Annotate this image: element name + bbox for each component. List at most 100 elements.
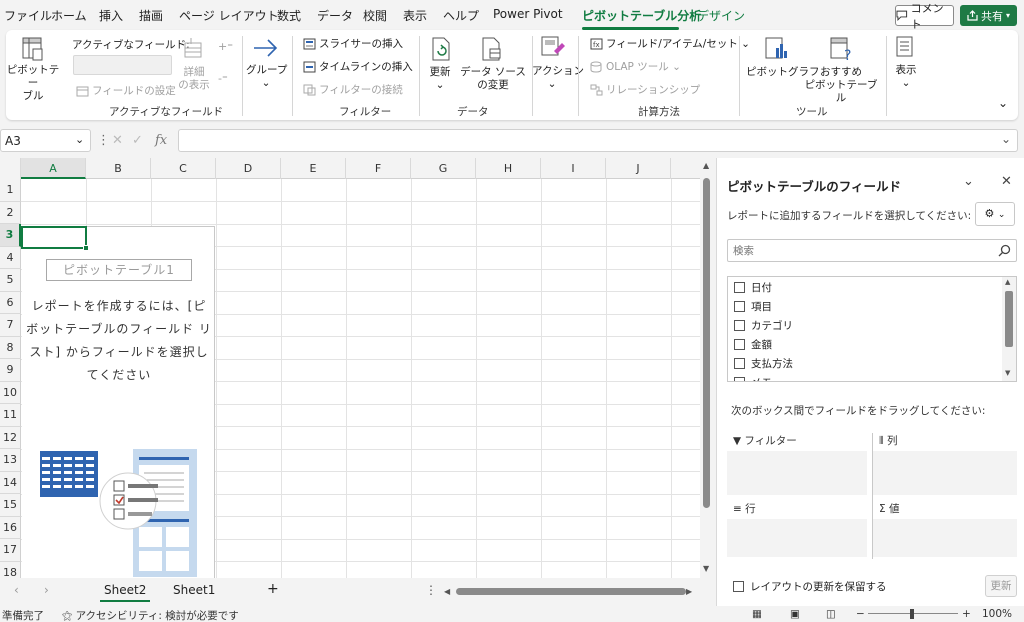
scroll-down-arrow-icon[interactable]: ▼ bbox=[1005, 369, 1010, 377]
tab-insert[interactable]: 挿入 bbox=[99, 7, 123, 24]
column-header-f[interactable]: F bbox=[346, 158, 411, 179]
row-header[interactable]: 10 bbox=[0, 381, 21, 404]
scroll-down-arrow-icon[interactable]: ▼ bbox=[703, 564, 709, 573]
tab-review[interactable]: 校閲 bbox=[363, 7, 387, 24]
share-button[interactable]: 共有 ▾ bbox=[960, 5, 1017, 26]
pivotchart-button[interactable]: ピボットグラフ bbox=[746, 66, 820, 79]
field-list-scrollbar[interactable]: ▲ ▼ bbox=[1002, 277, 1016, 381]
row-header[interactable]: 18 bbox=[0, 561, 21, 578]
chevron-down-icon[interactable]: ⌄ bbox=[963, 174, 974, 189]
name-box[interactable]: A3 ⌄ bbox=[0, 129, 91, 152]
values-drop-area[interactable] bbox=[873, 519, 1017, 557]
vertical-scrollbar[interactable]: ▲ ▼ bbox=[700, 158, 714, 578]
enter-icon[interactable]: ✓ bbox=[132, 133, 143, 148]
zoom-slider-thumb[interactable] bbox=[910, 609, 914, 619]
field-settings-button[interactable]: フィールドの設定 bbox=[76, 83, 176, 98]
chevron-right-icon[interactable]: › bbox=[44, 583, 49, 597]
select-all-corner[interactable] bbox=[0, 158, 21, 179]
page-break-view-icon[interactable]: ◫ bbox=[826, 608, 836, 620]
insert-function-button[interactable]: fx bbox=[155, 133, 167, 148]
scroll-left-arrow-icon[interactable]: ◀ bbox=[444, 587, 450, 596]
tab-home[interactable]: ホーム bbox=[51, 7, 87, 24]
checkbox[interactable] bbox=[733, 581, 744, 592]
tab-draw[interactable]: 描画 bbox=[139, 7, 163, 24]
zoom-out-button[interactable]: − bbox=[856, 608, 865, 620]
column-header-d[interactable]: D bbox=[216, 158, 281, 179]
selected-cell-a3[interactable] bbox=[21, 226, 87, 249]
column-header-j[interactable]: J bbox=[606, 158, 671, 179]
row-header[interactable]: 3 bbox=[0, 224, 21, 247]
checkbox[interactable] bbox=[734, 339, 745, 350]
update-button[interactable]: 更新 bbox=[985, 575, 1017, 597]
scroll-up-arrow-icon[interactable]: ▲ bbox=[1005, 278, 1010, 286]
show-detail-button[interactable]: 詳細 の表示 bbox=[176, 66, 212, 92]
column-header-a[interactable]: A bbox=[21, 158, 86, 179]
formula-input[interactable]: ⌄ bbox=[178, 129, 1018, 152]
field-item-date[interactable]: 日付 bbox=[734, 280, 772, 295]
row-header[interactable]: 14 bbox=[0, 471, 21, 494]
field-search[interactable] bbox=[727, 239, 1017, 262]
checkbox[interactable] bbox=[734, 301, 745, 312]
chevron-down-icon[interactable]: ⌄ bbox=[1001, 132, 1011, 146]
search-icon[interactable] bbox=[998, 244, 1011, 257]
close-icon[interactable]: ✕ bbox=[1001, 174, 1012, 189]
row-header[interactable]: 16 bbox=[0, 516, 21, 539]
active-field-input[interactable] bbox=[73, 55, 172, 75]
scroll-right-arrow-icon[interactable]: ▶ bbox=[686, 587, 692, 596]
field-item-category[interactable]: カテゴリ bbox=[734, 318, 793, 333]
vertical-scroll-thumb[interactable] bbox=[703, 178, 710, 508]
filters-drop-area[interactable] bbox=[727, 451, 867, 495]
field-item-payment-method[interactable]: 支払方法 bbox=[734, 356, 793, 371]
tab-formulas[interactable]: 数式 bbox=[277, 7, 301, 24]
zoom-in-button[interactable]: + bbox=[962, 608, 971, 620]
tab-pivottable-analyze[interactable]: ピボットテーブル分析 bbox=[582, 7, 701, 24]
defer-layout-update[interactable]: レイアウトの更新を保留する bbox=[733, 579, 887, 594]
change-data-source-button[interactable]: データ ソース の変更 bbox=[458, 66, 528, 92]
row-header[interactable]: 15 bbox=[0, 494, 21, 517]
sheet-tab-sheet1[interactable]: Sheet1 bbox=[173, 583, 215, 597]
worksheet-grid[interactable]: A B C D E F G H I J 1 2 3 4 5 6 7 8 9 10… bbox=[0, 158, 700, 578]
accessibility-status[interactable]: ⚝ アクセシビリティ: 検討が必要です bbox=[62, 608, 239, 622]
group-button[interactable]: グループ ⌄ bbox=[246, 64, 287, 90]
olap-tools-button[interactable]: OLAP ツール ⌄ bbox=[590, 59, 681, 74]
tab-page-layout[interactable]: ページ レイアウト bbox=[179, 7, 279, 24]
row-header[interactable]: 17 bbox=[0, 539, 21, 562]
filter-connections-button[interactable]: フィルターの接続 bbox=[303, 82, 403, 97]
field-item-amount[interactable]: 金額 bbox=[734, 337, 772, 352]
comments-button[interactable]: コメント bbox=[895, 2, 954, 31]
column-header-h[interactable]: H bbox=[476, 158, 541, 179]
normal-view-icon[interactable]: ▦ bbox=[752, 608, 762, 620]
row-header[interactable]: 4 bbox=[0, 246, 21, 269]
checkbox[interactable] bbox=[734, 282, 745, 293]
horizontal-scroll-thumb[interactable] bbox=[456, 588, 686, 595]
more-options-icon[interactable]: ⋮ bbox=[97, 133, 110, 148]
row-header[interactable]: 5 bbox=[0, 269, 21, 292]
row-header[interactable]: 13 bbox=[0, 449, 21, 472]
fill-handle[interactable] bbox=[83, 245, 89, 251]
pivottable-placeholder[interactable]: ピボットテーブル1 レポートを作成するには、[ピボットテーブルのフィールド リス… bbox=[22, 226, 215, 578]
rows-drop-area[interactable] bbox=[727, 519, 867, 557]
relationships-button[interactable]: リレーションシップ bbox=[590, 82, 700, 97]
pivottable-button[interactable]: ピボットテー ブル bbox=[6, 64, 60, 103]
tab-view[interactable]: 表示 bbox=[403, 7, 427, 24]
checkbox[interactable] bbox=[734, 377, 745, 381]
actions-button[interactable]: アクション ⌄ bbox=[532, 65, 584, 91]
column-header-b[interactable]: B bbox=[86, 158, 151, 179]
cancel-icon[interactable]: ✕ bbox=[112, 133, 123, 148]
row-header[interactable]: 7 bbox=[0, 314, 21, 337]
collapse-field-icon[interactable]: -⁼ bbox=[218, 72, 228, 85]
tab-power-pivot[interactable]: Power Pivot bbox=[493, 7, 563, 21]
expand-field-icon[interactable]: +⁼ bbox=[218, 40, 233, 53]
sheet-tab-sheet2[interactable]: Sheet2 bbox=[104, 583, 146, 597]
checkbox[interactable] bbox=[734, 320, 745, 331]
tab-help[interactable]: ヘルプ bbox=[443, 7, 479, 24]
field-item-item[interactable]: 項目 bbox=[734, 299, 772, 314]
more-options-icon[interactable]: ⋮ bbox=[425, 583, 437, 597]
ribbon-collapse-icon[interactable]: ⌄ bbox=[998, 96, 1008, 110]
row-header[interactable]: 6 bbox=[0, 291, 21, 314]
zoom-level[interactable]: 100% bbox=[982, 608, 1012, 620]
insert-timeline-button[interactable]: タイムラインの挿入 bbox=[303, 59, 413, 74]
row-header[interactable]: 11 bbox=[0, 404, 21, 427]
refresh-button[interactable]: 更新 ⌄ bbox=[424, 66, 456, 92]
checkbox[interactable] bbox=[734, 358, 745, 369]
